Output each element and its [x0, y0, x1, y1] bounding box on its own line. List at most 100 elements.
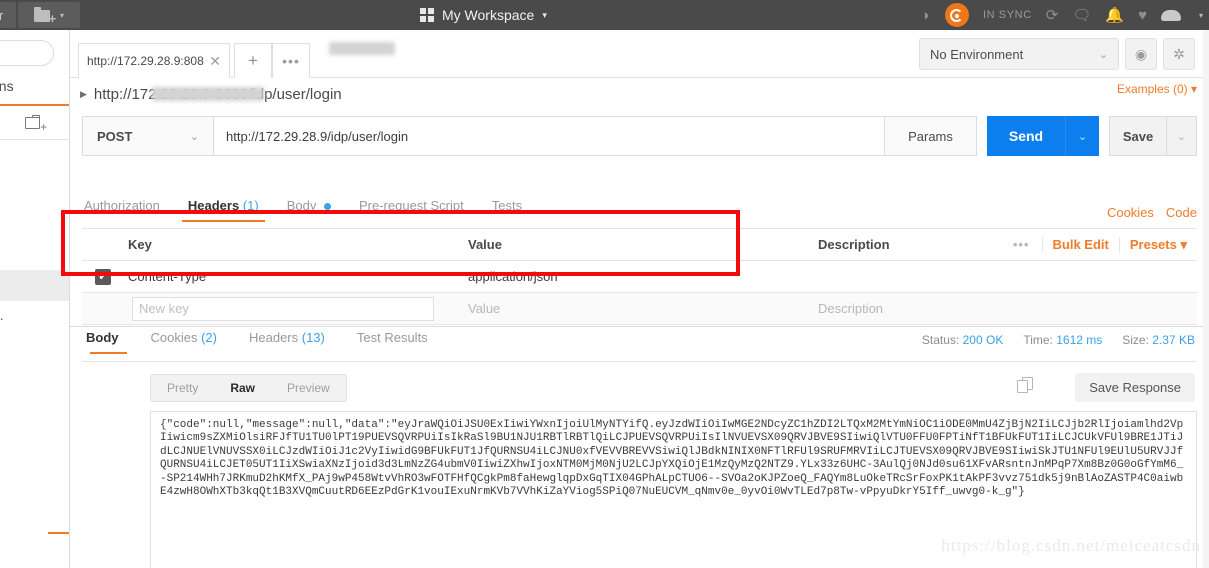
sidebar-toolbar: + [0, 106, 69, 140]
tab-authorization[interactable]: Authorization [82, 198, 174, 222]
new-key-cell: New key [124, 296, 468, 321]
time-badge: Time: 1612 ms [1023, 333, 1102, 347]
search-input[interactable] [0, 40, 54, 66]
http-method-select[interactable]: POST ⌄ [82, 116, 214, 156]
presets-dropdown[interactable]: Presets ▾ [1118, 236, 1197, 253]
satellite-icon[interactable]: ◗ [922, 8, 931, 23]
sync-icon[interactable] [944, 3, 969, 27]
new-value-input[interactable]: Value [468, 301, 818, 316]
sidebar-item-label: ser/lo... [0, 337, 1, 352]
checkbox[interactable]: ✔ [95, 268, 111, 285]
tab-label: Test Results [356, 330, 428, 345]
sidebar-section-collections[interactable]: tions [0, 78, 69, 94]
chevron-down-icon: ⌄ [1098, 48, 1108, 61]
params-button[interactable]: Params [885, 116, 977, 156]
format-pretty-button[interactable]: Pretty [151, 375, 214, 401]
environment-quick-look-button[interactable]: ◉ [1125, 38, 1157, 70]
sidebar: tions + /login entica... ser/lo... [0, 30, 70, 568]
tab-label: Authorization [84, 198, 160, 213]
format-preview-button[interactable]: Preview [271, 375, 346, 401]
workspace-selector[interactable]: My Workspace ▾ [420, 0, 547, 30]
url-value: http://172.29.28.9/idp/user/login [226, 128, 409, 144]
table-row[interactable]: ✔ Content-Type application/json [82, 261, 1197, 293]
comment-icon[interactable]: 🗨 [1072, 8, 1091, 23]
tab-count: (13) [301, 330, 325, 345]
tab-count: (2) [201, 330, 217, 345]
heart-icon[interactable]: ♥ [1138, 8, 1147, 23]
user-avatar-icon[interactable] [1160, 9, 1181, 21]
environment-settings-button[interactable]: ✲ [1163, 38, 1195, 70]
response-tab-test-results[interactable]: Test Results [341, 330, 444, 354]
time-value: 1612 ms [1056, 333, 1103, 347]
new-folder-button[interactable]: + ▾ [18, 2, 80, 28]
tab-count: (1) [242, 198, 259, 213]
chevron-down-icon: ▾ [1180, 236, 1187, 252]
headers-table-actions: ••• Bulk Edit Presets ▾ [1001, 229, 1197, 260]
save-options-button[interactable]: ⌄ [1167, 116, 1197, 156]
environment-select[interactable]: No Environment ⌄ [919, 38, 1119, 70]
tab-label: Tests [491, 198, 523, 213]
tab-tests[interactable]: Tests [478, 198, 536, 222]
status-label: Status: [921, 333, 960, 347]
chevron-down-icon: ⌄ [189, 130, 199, 143]
chevron-down-icon: ▾ [1190, 82, 1197, 96]
cell-value[interactable]: application/json [468, 269, 818, 284]
chevron-right-icon[interactable]: ▶ [80, 89, 87, 100]
sync-status-label: IN SYNC [982, 9, 1032, 21]
send-button[interactable]: Send [987, 116, 1065, 156]
request-links: Cookies Code [1107, 205, 1197, 220]
url-input[interactable]: http://172.29.28.9/idp/user/login [214, 116, 885, 156]
new-folder-icon[interactable]: + [25, 115, 47, 133]
breadcrumb: ▶ http://172.29.28.9:8080/idp/user/login [70, 78, 1209, 110]
cookies-link[interactable]: Cookies [1107, 205, 1154, 220]
divider [82, 361, 1197, 362]
chevron-down-icon: ▾ [542, 9, 547, 20]
examples-dropdown[interactable]: Examples (0) ▾ [1117, 82, 1197, 96]
new-tab-button[interactable]: + [234, 43, 272, 78]
new-key-input[interactable]: New key [132, 296, 434, 321]
new-button[interactable]: r [0, 2, 16, 28]
send-options-button[interactable]: ⌄ [1065, 116, 1099, 156]
new-description-input[interactable]: Description [818, 301, 1197, 316]
response-tab-cookies[interactable]: Cookies (2) [135, 330, 233, 354]
response-tab-headers[interactable]: Headers (13) [233, 330, 341, 354]
new-button-label: r [0, 7, 4, 23]
vertical-scrollbar[interactable] [1203, 30, 1209, 568]
table-new-row[interactable]: New key Value Description [82, 293, 1197, 325]
response-tab-body[interactable]: Body [82, 330, 135, 354]
bell-icon[interactable]: 🔔 [1105, 8, 1124, 23]
app-topbar: r + ▾ My Workspace ▾ ◗ IN SYNC ⟳ 🗨 🔔 ♥ ▾ [0, 0, 1209, 30]
http-method-value: POST [97, 128, 133, 144]
code-link[interactable]: Code [1166, 205, 1197, 220]
workspace-label: My Workspace [442, 7, 535, 23]
tab-label: Cookies [150, 330, 198, 345]
save-response-button[interactable]: Save Response [1075, 373, 1195, 402]
tab-pre-request-script[interactable]: Pre-request Script [345, 198, 478, 222]
topbar-right-icons: ◗ IN SYNC ⟳ 🗨 🔔 ♥ ▾ [922, 0, 1203, 30]
request-tab[interactable]: http://172.29.28.9:808 ✕ [78, 42, 395, 78]
save-button[interactable]: Save [1109, 116, 1167, 156]
refresh-icon[interactable]: ⟳ [1046, 8, 1059, 23]
copy-icon[interactable] [1017, 377, 1033, 394]
sidebar-item-login[interactable]: /login [0, 271, 69, 300]
breadcrumb-path: http://172.29.28.9:8080/idp/user/login [94, 86, 342, 103]
cell-key[interactable]: Content-Type [124, 269, 468, 284]
tab-headers[interactable]: Headers (1) [174, 198, 273, 222]
bulk-edit-link[interactable]: Bulk Edit [1041, 237, 1119, 252]
sidebar-item-user-login[interactable]: ser/lo... [0, 330, 69, 359]
headers-table: Key Value Description ••• Bulk Edit Pres… [82, 229, 1197, 325]
more-options-icon[interactable]: ••• [1001, 237, 1042, 252]
table-header-row: Key Value Description ••• Bulk Edit Pres… [82, 229, 1197, 261]
topbar-left-buttons: r + ▾ [0, 0, 80, 30]
close-icon[interactable]: ✕ [209, 54, 221, 68]
request-tab-title: http://172.29.28.9:808 [87, 54, 204, 68]
chevron-down-icon[interactable]: ▾ [1199, 11, 1203, 20]
tab-options-button[interactable]: ••• [272, 43, 310, 78]
format-raw-button[interactable]: Raw [214, 375, 271, 401]
new-key-placeholder: New key [139, 301, 189, 316]
examples-label: Examples (0) [1116, 82, 1188, 96]
sidebar-item-authentication[interactable]: entica... [0, 301, 69, 330]
body-modified-dot-icon [323, 203, 331, 211]
size-badge: Size: 2.37 KB [1122, 333, 1195, 347]
tab-body[interactable]: Body [273, 198, 345, 222]
